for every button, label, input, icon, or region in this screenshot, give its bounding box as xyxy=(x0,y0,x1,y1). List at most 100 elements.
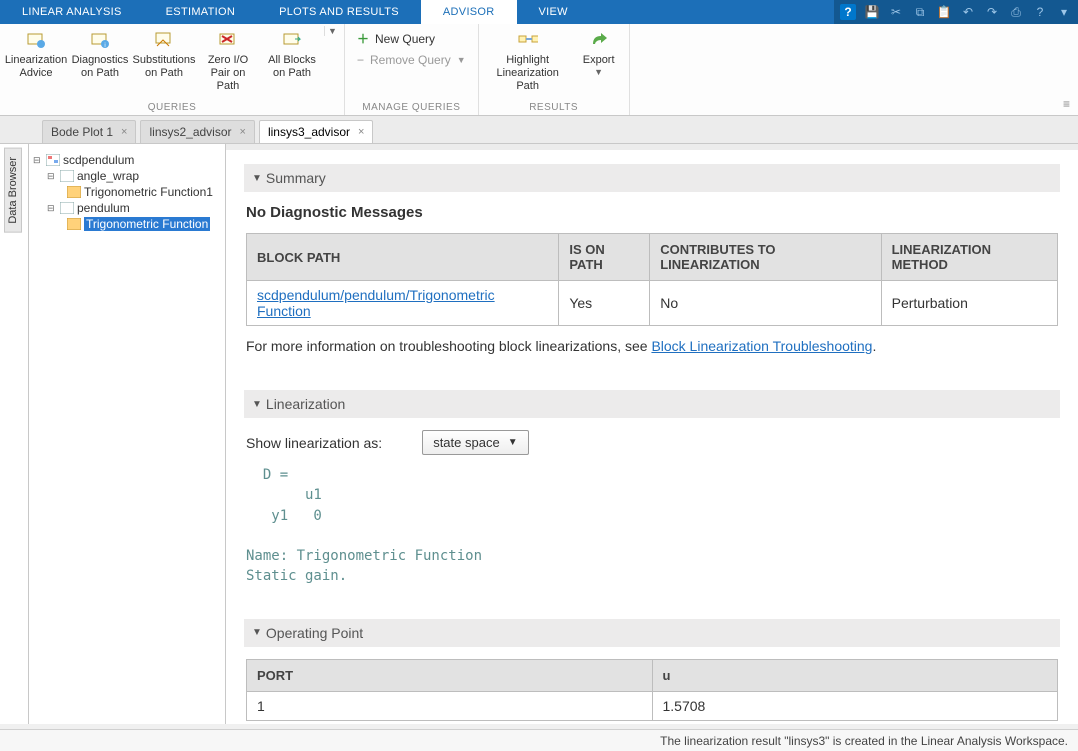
col-port: PORT xyxy=(247,659,653,691)
save-icon[interactable]: 💾 xyxy=(864,4,880,20)
doc-tab-linsys3-advisor[interactable]: linsys3_advisor × xyxy=(259,120,373,143)
btn-label: Substitutions on Path xyxy=(133,54,196,80)
btn-label: Linearization Advice xyxy=(5,54,67,80)
summary-body: No Diagnostic Messages BLOCK PATH IS ON … xyxy=(244,204,1060,374)
linearization-format-select[interactable]: state space ▼ xyxy=(422,430,528,455)
tree-node-trig-func[interactable]: Trigonometric Function xyxy=(33,216,221,232)
block-icon xyxy=(67,218,81,230)
advisor-content[interactable]: ▼ Summary No Diagnostic Messages BLOCK P… xyxy=(226,144,1078,724)
text: For more information on troubleshooting … xyxy=(246,338,651,354)
tree-label: scdpendulum xyxy=(63,153,134,167)
doc-tab-linsys2-advisor[interactable]: linsys2_advisor × xyxy=(140,120,254,143)
text: . xyxy=(872,338,876,354)
copy-icon[interactable]: ⧉ xyxy=(912,4,928,20)
status-text: The linearization result "linsys3" is cr… xyxy=(660,734,1068,748)
remove-query-button[interactable]: − Remove Query ▼ xyxy=(357,53,466,67)
undo-icon[interactable]: ↶ xyxy=(960,4,976,20)
help2-icon[interactable]: ? xyxy=(1032,4,1048,20)
status-bar: The linearization result "linsys3" is cr… xyxy=(0,729,1078,751)
help-icon[interactable]: ? xyxy=(840,4,856,20)
model-tree: ⊟ scdpendulum ⊟ angle_wrap Trigonometric… xyxy=(28,144,226,724)
close-icon[interactable]: × xyxy=(240,126,246,138)
close-icon[interactable]: × xyxy=(358,126,364,138)
section-title: Summary xyxy=(266,170,326,186)
all-blocks-icon xyxy=(282,30,302,50)
tab-label: Bode Plot 1 xyxy=(51,125,113,139)
minus-icon: − xyxy=(357,53,364,67)
close-icon[interactable]: × xyxy=(121,126,127,138)
tab-advisor[interactable]: ADVISOR xyxy=(421,0,517,24)
col-block-path: BLOCK PATH xyxy=(247,234,559,281)
group-label: RESULTS xyxy=(483,101,625,115)
section-title: Operating Point xyxy=(266,625,363,641)
collapse-ribbon-icon[interactable]: ≡ xyxy=(1063,24,1078,115)
btn-label: Remove Query xyxy=(370,53,451,67)
tab-view[interactable]: VIEW xyxy=(517,0,590,24)
document-tabs: Bode Plot 1 × linsys2_advisor × linsys3_… xyxy=(0,116,1078,144)
operating-point-header[interactable]: ▼ Operating Point xyxy=(244,619,1060,647)
group-manage-queries: ＋ New Query − Remove Query ▼ MANAGE QUER… xyxy=(345,24,479,115)
paste-icon[interactable]: 📋 xyxy=(936,4,952,20)
col-contributes: CONTRIBUTES TO LINEARIZATION xyxy=(650,234,881,281)
all-blocks-on-path-button[interactable]: All Blocks on Path xyxy=(260,26,324,84)
linearization-header[interactable]: ▼ Linearization xyxy=(244,390,1060,418)
btn-label: New Query xyxy=(375,32,435,46)
substitutions-icon xyxy=(154,30,174,50)
diagnostics-title: No Diagnostic Messages xyxy=(246,204,1058,221)
chevron-down-icon: ▼ xyxy=(594,67,603,78)
tab-plots-results[interactable]: PLOTS AND RESULTS xyxy=(257,0,421,24)
tree-node-pendulum[interactable]: ⊟ pendulum xyxy=(33,200,221,216)
tree-label: angle_wrap xyxy=(77,169,139,183)
queries-dropdown[interactable]: ▼ xyxy=(324,26,340,36)
summary-help-text: For more information on troubleshooting … xyxy=(246,338,1058,354)
print-icon[interactable]: ⎙ xyxy=(1008,4,1024,20)
summary-table: BLOCK PATH IS ON PATH CONTRIBUTES TO LIN… xyxy=(246,233,1058,326)
collapse-icon[interactable]: ⊟ xyxy=(47,171,57,182)
linearization-advice-button[interactable]: Linearization Advice xyxy=(4,26,68,84)
block-path-link[interactable]: scdpendulum/pendulum/Trigonometric Funct… xyxy=(257,287,495,319)
toolstrip: Linearization Advice i Diagnostics on Pa… xyxy=(0,24,1078,116)
tree-label: pendulum xyxy=(77,201,130,215)
tab-estimation[interactable]: ESTIMATION xyxy=(144,0,257,24)
cut-icon[interactable]: ✂ xyxy=(888,4,904,20)
highlight-icon xyxy=(518,30,538,50)
collapse-triangle-icon: ▼ xyxy=(252,399,262,410)
zero-io-icon xyxy=(218,30,238,50)
linearization-output: D = u1 y1 0 Name: Trigonometric Function… xyxy=(246,465,1058,587)
diagnostics-on-path-button[interactable]: i Diagnostics on Path xyxy=(68,26,132,84)
cell-u: 1.5708 xyxy=(652,691,1058,720)
doc-tab-bode-plot-1[interactable]: Bode Plot 1 × xyxy=(42,120,136,143)
select-value: state space xyxy=(433,435,500,450)
block-icon xyxy=(67,186,81,198)
btn-label: Highlight Linearization Path xyxy=(485,54,571,94)
new-query-button[interactable]: ＋ New Query xyxy=(357,30,435,47)
export-button[interactable]: Export ▼ xyxy=(573,26,625,82)
tree-node-trig-func-1[interactable]: Trigonometric Function1 xyxy=(33,184,221,200)
highlight-linearization-path-button[interactable]: Highlight Linearization Path xyxy=(483,26,573,98)
zero-io-pair-button[interactable]: Zero I/O Pair on Path xyxy=(196,26,260,98)
data-browser-tab[interactable]: Data Browser xyxy=(4,148,22,233)
model-icon xyxy=(46,154,60,166)
summary-header[interactable]: ▼ Summary xyxy=(244,164,1060,192)
tree-node-angle-wrap[interactable]: ⊟ angle_wrap xyxy=(33,168,221,184)
group-results: Highlight Linearization Path Export ▼ RE… xyxy=(479,24,630,115)
operating-point-body: PORT u 1 1.5708 xyxy=(244,659,1060,724)
tree-label: Trigonometric Function xyxy=(84,217,210,231)
tree-root[interactable]: ⊟ scdpendulum xyxy=(33,152,221,168)
group-label: QUERIES xyxy=(4,101,340,115)
tab-linear-analysis[interactable]: LINEAR ANALYSIS xyxy=(0,0,144,24)
minimize-ribbon-icon[interactable]: ▾ xyxy=(1056,4,1072,20)
btn-label: Export xyxy=(583,54,615,67)
cell-method: Perturbation xyxy=(881,281,1057,326)
collapse-icon[interactable]: ⊟ xyxy=(47,203,57,214)
substitutions-on-path-button[interactable]: Substitutions on Path xyxy=(132,26,196,84)
troubleshooting-link[interactable]: Block Linearization Troubleshooting xyxy=(651,338,872,354)
collapse-icon[interactable]: ⊟ xyxy=(33,155,43,166)
btn-label: Zero I/O Pair on Path xyxy=(198,54,258,94)
table-row: 1 1.5708 xyxy=(247,691,1058,720)
main-tabstrip: LINEAR ANALYSIS ESTIMATION PLOTS AND RES… xyxy=(0,0,1078,24)
diagnostics-icon: i xyxy=(90,30,110,50)
group-label: MANAGE QUERIES xyxy=(349,101,474,115)
redo-icon[interactable]: ↷ xyxy=(984,4,1000,20)
workspace: ⊟ scdpendulum ⊟ angle_wrap Trigonometric… xyxy=(0,144,1078,724)
